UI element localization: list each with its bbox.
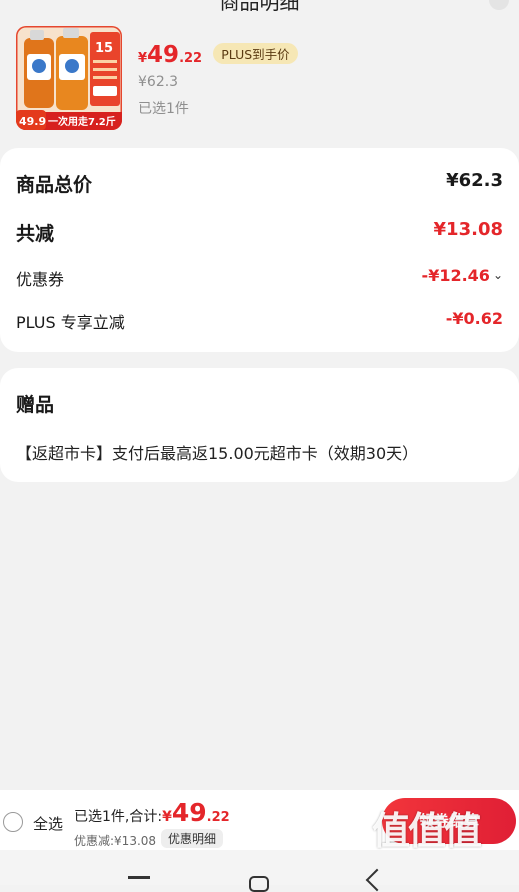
menu-icon[interactable] xyxy=(128,876,150,879)
total-price-row: 商品总价 ¥62.3 xyxy=(16,170,503,196)
price-integer: 49 xyxy=(147,42,180,68)
reduction-label: 共减 xyxy=(16,223,55,245)
select-all-radio[interactable] xyxy=(3,812,23,832)
plus-reduction-label: PLUS 专享立减 xyxy=(16,313,125,332)
image-strip-text: 一次用走7.2斤 xyxy=(48,115,116,128)
system-nav-bar xyxy=(0,850,519,892)
plus-reduction-value: -¥0.62 xyxy=(445,309,503,328)
reduction-row: 共减 ¥13.08 xyxy=(16,219,503,245)
sheet-title: 商品明细 xyxy=(219,0,300,14)
total-price-value: ¥62.3 xyxy=(446,170,503,191)
discount-amount: 优惠减:¥13.08 xyxy=(74,834,157,848)
gift-card: 赠品 【返超市卡】支付后最高返15.00元超市卡（效期30天） xyxy=(0,368,519,482)
image-badge-price: 15 xyxy=(95,41,113,56)
plus-price-badge: PLUS到手价 xyxy=(213,43,298,64)
total-price-label: 商品总价 xyxy=(16,174,93,196)
reduction-value: ¥13.08 xyxy=(433,219,503,240)
gift-description: 【返超市卡】支付后最高返15.00元超市卡（效期30天） xyxy=(16,444,419,463)
image-price-tag: 49.9 xyxy=(19,115,46,128)
checkout-button[interactable]: 领券结算 xyxy=(382,798,516,844)
coupon-value-wrap[interactable]: -¥12.46 ⌄ xyxy=(422,266,503,285)
total-currency: ¥ xyxy=(162,809,172,825)
home-icon[interactable] xyxy=(249,876,269,892)
total-decimal: .22 xyxy=(206,810,230,825)
product-header: 商品明细 15 49.9 一次用走7.2斤 ¥49.22 PLUS到手价 ¥62… xyxy=(0,0,519,148)
checkout-bar: 全选 已选1件,合计:¥49.22 优惠减:¥13.08 优惠明细 领券结算 xyxy=(0,790,519,850)
chevron-down-icon: ⌄ xyxy=(492,268,503,282)
discount-detail-button[interactable]: 优惠明细 xyxy=(161,829,224,848)
product-image-art: 15 49.9 一次用走7.2斤 xyxy=(16,26,122,130)
select-all-label[interactable]: 全选 xyxy=(33,813,63,834)
plus-reduction-row: PLUS 专享立减 -¥0.62 xyxy=(16,309,503,335)
product-price: ¥49.22 PLUS到手价 xyxy=(138,42,298,72)
back-icon[interactable] xyxy=(365,868,389,892)
coupon-row[interactable]: 优惠券 -¥12.46 ⌄ xyxy=(16,266,503,292)
gift-title: 赠品 xyxy=(16,394,55,416)
total-line: 已选1件,合计:¥49.22 xyxy=(74,798,230,827)
total-prefix: 已选1件,合计: xyxy=(74,809,163,825)
coupon-value: -¥12.46 xyxy=(421,266,490,285)
total-integer: 49 xyxy=(171,798,207,827)
original-price: ¥62.3 xyxy=(138,74,179,90)
price-decimal: .22 xyxy=(179,51,203,66)
product-image[interactable]: 15 49.9 一次用走7.2斤 xyxy=(16,26,122,130)
price-currency: ¥ xyxy=(138,51,148,66)
selected-count: 已选1件 xyxy=(138,101,189,117)
coupon-label: 优惠券 xyxy=(16,270,65,289)
price-summary-card: 商品总价 ¥62.3 共减 ¥13.08 优惠券 -¥12.46 ⌄ PLUS 专… xyxy=(0,148,519,352)
